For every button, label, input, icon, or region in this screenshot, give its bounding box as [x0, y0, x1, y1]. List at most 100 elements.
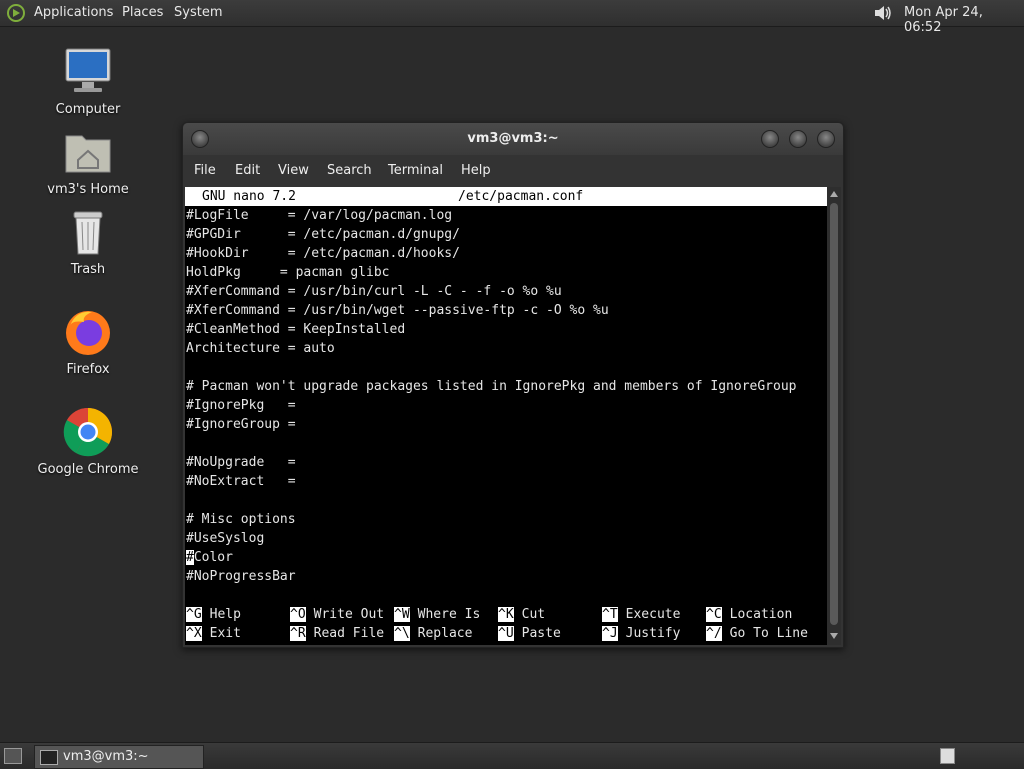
home-folder-icon [65, 135, 111, 173]
trash-icon [73, 211, 103, 255]
menu-search[interactable]: Search [327, 163, 372, 178]
terminal-icon [40, 750, 58, 765]
shortcut-label: Justify [625, 626, 681, 641]
desktop-icon-label: Trash [70, 262, 106, 277]
distro-logo-icon[interactable] [6, 3, 26, 23]
file-line: #Color [186, 548, 233, 567]
nano-title-bar: GNU nano 7.2 /etc/pacman.conf [185, 187, 827, 206]
shortcut-justify[interactable]: ^J Justify [602, 624, 680, 643]
desktop-icon-label: Computer [55, 102, 121, 117]
desktop-icon-firefox[interactable]: Firefox [33, 306, 143, 377]
shortcut-key: ^T [602, 607, 618, 622]
shortcut-replace[interactable]: ^\ Replace [394, 624, 472, 643]
volume-icon[interactable] [872, 3, 894, 23]
shortcut-label: Location [729, 607, 793, 622]
terminal-window: vm3@vm3:~ File Edit View Search Terminal… [182, 122, 844, 648]
close-button[interactable] [817, 130, 835, 148]
nano-version: GNU nano 7.2 [202, 189, 296, 204]
places-menu[interactable]: Places [122, 5, 163, 20]
file-line: #UseSyslog [186, 531, 265, 546]
workspace-switcher-icon[interactable] [940, 748, 955, 764]
scroll-thumb[interactable] [830, 203, 838, 625]
shortcut-key: ^W [394, 607, 410, 622]
shortcut-execute[interactable]: ^T Execute [602, 605, 680, 624]
show-desktop-icon[interactable] [4, 748, 22, 764]
minimize-button[interactable] [761, 130, 779, 148]
file-line: #LogFile = /var/log/pacman.log [186, 208, 453, 223]
desktop-icon-trash[interactable]: Trash [33, 206, 143, 277]
firefox-icon [66, 311, 110, 355]
nano-filename: /etc/pacman.conf [458, 189, 584, 204]
shortcut-key: ^K [498, 607, 514, 622]
file-line-text: Color [193, 550, 233, 565]
maximize-button[interactable] [789, 130, 807, 148]
shortcut-key: ^J [602, 626, 618, 641]
shortcut-write-out[interactable]: ^O Write Out [290, 605, 384, 624]
file-line: #NoExtract = [186, 474, 296, 489]
menu-help[interactable]: Help [461, 163, 491, 178]
file-line: #XferCommand = /usr/bin/wget --passive-f… [186, 303, 609, 318]
file-line: #CleanMethod = KeepInstalled [186, 322, 406, 337]
shortcut-label: Write Out [313, 607, 385, 622]
shortcut-where-is[interactable]: ^W Where Is [394, 605, 480, 624]
menu-file[interactable]: File [194, 163, 216, 178]
system-menu[interactable]: System [174, 5, 222, 20]
scroll-down-icon[interactable] [830, 633, 838, 639]
shortcut-cut[interactable]: ^K Cut [498, 605, 545, 624]
window-title: vm3@vm3:~ [467, 131, 559, 146]
file-line: # Pacman won't upgrade packages listed i… [186, 379, 797, 394]
taskbar-item-label: vm3@vm3:~ [63, 749, 149, 764]
file-line: #NoUpgrade = [186, 455, 296, 470]
desktop-icon-label: vm3's Home [47, 182, 129, 197]
desktop-icon-home[interactable]: vm3's Home [33, 126, 143, 197]
shortcut-label: Help [209, 607, 241, 622]
shortcut-key: ^G [186, 607, 202, 622]
shortcut-label: Cut [521, 607, 546, 622]
computer-icon [65, 48, 111, 92]
shortcut-label: Replace [417, 626, 473, 641]
file-line: #GPGDir = /etc/pacman.d/gnupg/ [186, 227, 460, 242]
shortcut-label: Read File [313, 626, 385, 641]
bottom-panel: vm3@vm3:~ [0, 742, 1024, 769]
shortcut-label: Execute [625, 607, 681, 622]
shortcut-location[interactable]: ^C Location [706, 605, 792, 624]
desktop-icon-label: Google Chrome [37, 462, 139, 477]
shortcut-exit[interactable]: ^X Exit [186, 624, 241, 643]
terminal-screen[interactable]: GNU nano 7.2 /etc/pacman.conf #LogFile =… [185, 187, 827, 645]
scrollbar[interactable] [827, 187, 841, 645]
shortcut-read-file[interactable]: ^R Read File [290, 624, 384, 643]
file-line: HoldPkg = pacman glibc [186, 265, 390, 280]
desktop-icon-chrome[interactable]: Google Chrome [33, 406, 143, 477]
menu-terminal[interactable]: Terminal [388, 163, 443, 178]
menu-edit[interactable]: Edit [235, 163, 260, 178]
terminal-menubar: File Edit View Search Terminal Help [183, 155, 843, 187]
shortcut-key: ^U [498, 626, 514, 641]
chrome-icon [63, 407, 113, 457]
applications-menu[interactable]: Applications [34, 5, 113, 20]
file-line: #IgnorePkg = [186, 398, 296, 413]
shortcut-go-to-line[interactable]: ^/ Go To Line [706, 624, 808, 643]
taskbar-item-terminal[interactable]: vm3@vm3:~ [34, 745, 204, 769]
window-titlebar[interactable]: vm3@vm3:~ [183, 123, 843, 155]
text-cursor: # [186, 550, 194, 565]
desktop-icon-computer[interactable]: Computer [33, 46, 143, 117]
shortcut-label: Paste [521, 626, 561, 641]
clock[interactable]: Mon Apr 24, 06:52 [904, 5, 1024, 35]
menu-view[interactable]: View [278, 163, 309, 178]
file-line: #XferCommand = /usr/bin/curl -L -C - -f … [186, 284, 562, 299]
shortcut-paste[interactable]: ^U Paste [498, 624, 561, 643]
scroll-up-icon[interactable] [830, 191, 838, 197]
file-line: #NoProgressBar [186, 569, 296, 584]
top-panel: Applications Places System Mon Apr 24, 0… [0, 0, 1024, 35]
shortcut-key: ^O [290, 607, 306, 622]
shortcut-key: ^R [290, 626, 306, 641]
shortcut-label: Exit [209, 626, 241, 641]
shortcut-key: ^C [706, 607, 722, 622]
shortcut-label: Go To Line [729, 626, 808, 641]
desktop-icon-label: Firefox [66, 362, 110, 377]
file-line: # Misc options [186, 512, 296, 527]
shortcut-key: ^X [186, 626, 202, 641]
shortcut-label: Where Is [417, 607, 481, 622]
shortcut-help[interactable]: ^G Help [186, 605, 241, 624]
file-line: #IgnoreGroup = [186, 417, 296, 432]
